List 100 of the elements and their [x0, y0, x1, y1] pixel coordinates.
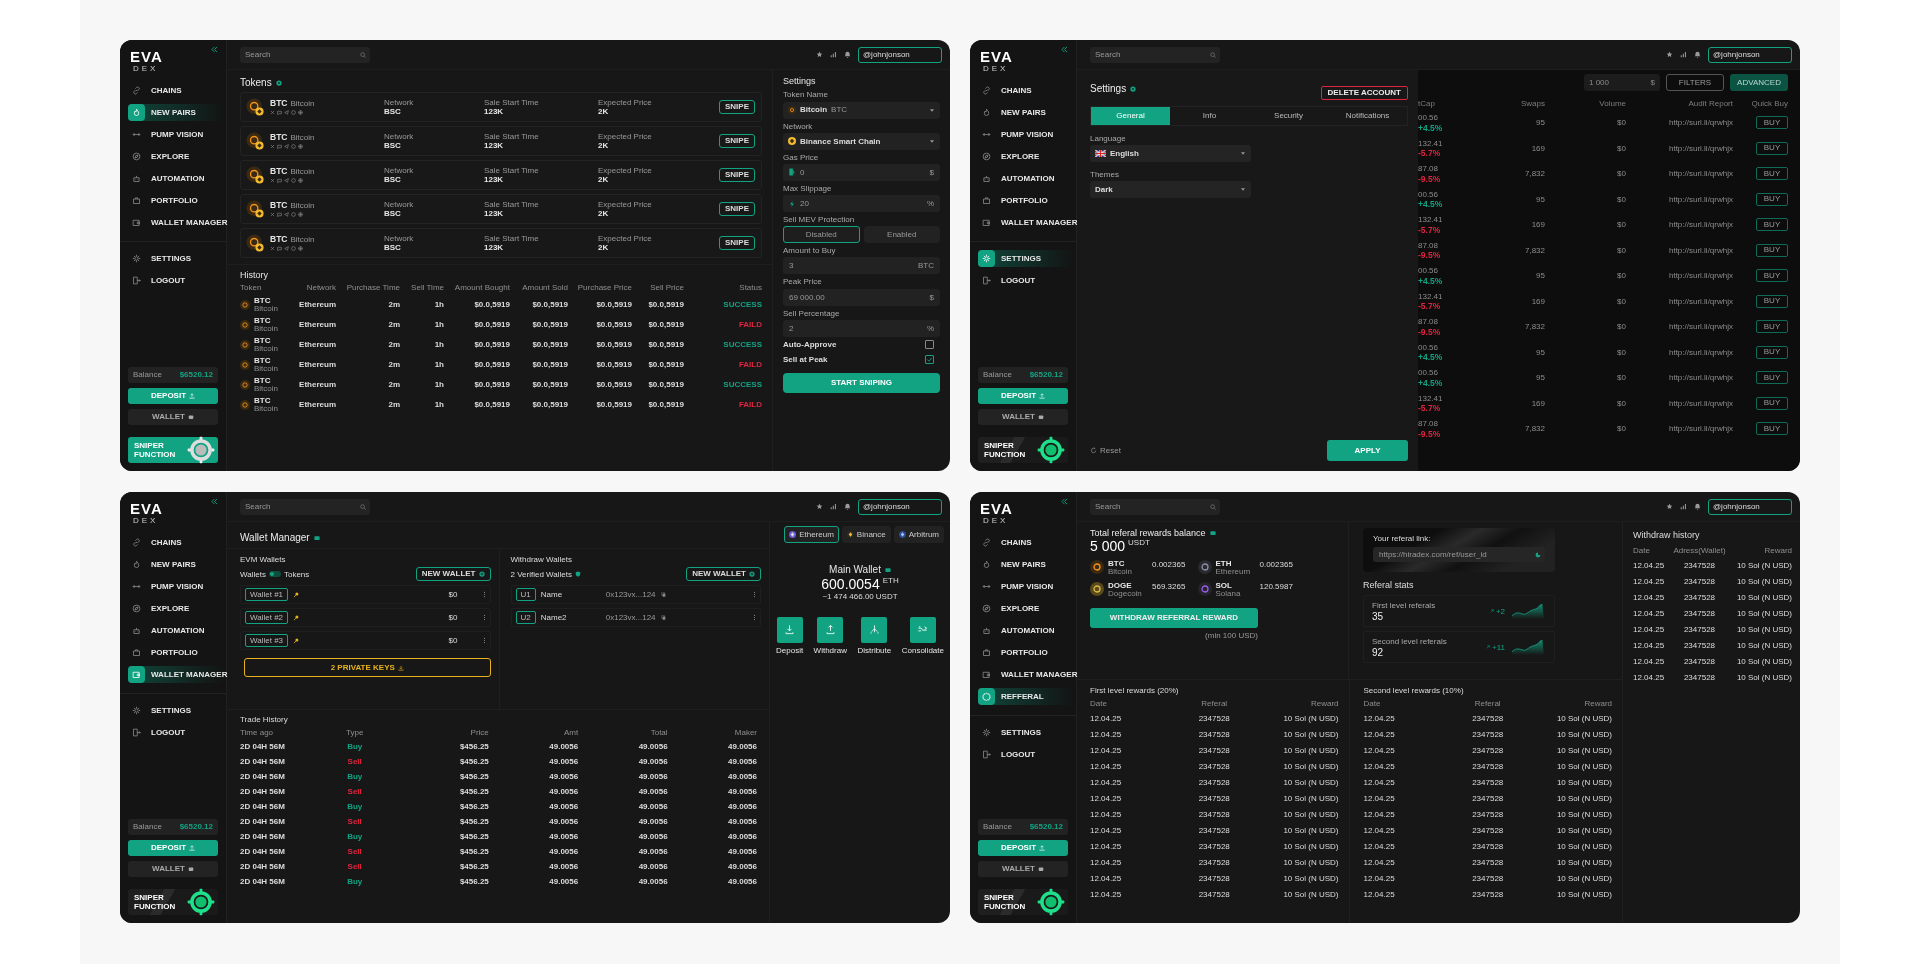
- nav-item[interactable]: LOGOUT: [128, 272, 226, 289]
- globe-icon[interactable]: [298, 212, 303, 218]
- buy-button[interactable]: BUY: [1756, 167, 1788, 181]
- nav-item[interactable]: CHAINS: [978, 534, 1076, 551]
- buy-button[interactable]: BUY: [1756, 396, 1788, 410]
- buy-button[interactable]: BUY: [1756, 243, 1788, 257]
- globe-icon[interactable]: [298, 110, 303, 116]
- globe-icon[interactable]: [298, 246, 303, 252]
- buy-button[interactable]: BUY: [1756, 141, 1788, 155]
- username-field[interactable]: @johnjonson: [1708, 46, 1792, 63]
- link[interactable]: http://surl.li/qrwhjx: [1668, 220, 1733, 230]
- wallet-row[interactable]: Wallet #1 $0: [240, 585, 491, 605]
- nav-item[interactable]: LOGOUT: [978, 746, 1076, 763]
- chat-icon[interactable]: [277, 178, 282, 184]
- buy-button[interactable]: BUY: [1756, 294, 1788, 308]
- nav-item[interactable]: AUTOMATION: [128, 170, 226, 187]
- wallet-button[interactable]: WALLET: [978, 861, 1068, 877]
- wallet-button[interactable]: WALLET: [128, 861, 218, 877]
- tab[interactable]: Notifications: [1328, 107, 1407, 125]
- star-icon[interactable]: [816, 503, 823, 510]
- nav-item[interactable]: WALLET MANAGER: [978, 214, 1076, 231]
- send-icon[interactable]: [284, 110, 289, 116]
- signal-icon[interactable]: [1680, 51, 1687, 58]
- nav-item[interactable]: EXPLORE: [128, 600, 226, 617]
- wallet-row[interactable]: Wallet #3 $0: [240, 631, 491, 651]
- star-icon[interactable]: [816, 51, 823, 58]
- buy-button[interactable]: BUY: [1756, 116, 1788, 130]
- link-field[interactable]: https://hiradex.com/ref/user_id: [1373, 547, 1545, 563]
- key-icon[interactable]: [293, 614, 300, 621]
- bell-icon[interactable]: [1694, 51, 1701, 58]
- link[interactable]: http://surl.li/qrwhjx: [1668, 373, 1733, 383]
- send-icon[interactable]: [284, 246, 289, 252]
- more-icon[interactable]: [482, 637, 486, 645]
- signal-icon[interactable]: [830, 51, 837, 58]
- link[interactable]: http://surl.li/qrwhjx: [1668, 424, 1733, 434]
- link[interactable]: http://surl.li/qrwhjx: [1668, 347, 1733, 358]
- amount-field[interactable]: 1 000 $: [1584, 74, 1660, 91]
- nav-item[interactable]: PORTFOLIO: [128, 644, 226, 661]
- nav-item[interactable]: PUMP VISION: [128, 126, 226, 143]
- reset-button[interactable]: Reset: [1090, 446, 1121, 455]
- new-wallet-button[interactable]: NEW WALLET: [686, 567, 761, 582]
- select-field[interactable]: Dark: [1090, 181, 1251, 199]
- sniper-banner[interactable]: SNIPER FUNCTION: [978, 437, 1068, 463]
- send-icon[interactable]: [284, 178, 289, 184]
- chain-tab[interactable]: Ethereum: [784, 526, 839, 543]
- advanced-button[interactable]: ADVANCED: [1730, 74, 1788, 91]
- checkbox[interactable]: [925, 354, 934, 364]
- key-icon[interactable]: [293, 591, 300, 598]
- collapse-icon[interactable]: [211, 46, 218, 53]
- column-header[interactable]: Quick Buy: [1736, 99, 1788, 111]
- nav-item[interactable]: LOGOUT: [978, 272, 1076, 289]
- toggle-option[interactable]: Enabled: [863, 226, 940, 244]
- star-icon[interactable]: [1666, 503, 1673, 510]
- consolidate-button[interactable]: [909, 616, 936, 643]
- nav-item[interactable]: NEW PAIRS: [128, 556, 226, 573]
- nav-item[interactable]: PUMP VISION: [978, 578, 1076, 595]
- wallet-button[interactable]: WALLET: [978, 409, 1068, 425]
- star-icon[interactable]: [1666, 51, 1673, 58]
- globe-icon[interactable]: [298, 178, 303, 184]
- username-field[interactable]: @johnjonson: [858, 498, 942, 515]
- link[interactable]: http://surl.li/qrwhjx: [1668, 143, 1733, 154]
- link[interactable]: http://surl.li/qrwhjx: [1668, 271, 1733, 281]
- column-header[interactable]: Audit Report: [1629, 99, 1733, 111]
- bell-icon[interactable]: [844, 503, 851, 510]
- tab[interactable]: Info: [1170, 107, 1249, 125]
- chat-icon[interactable]: [277, 110, 282, 116]
- chat-icon[interactable]: [277, 212, 282, 218]
- buy-button[interactable]: BUY: [1756, 422, 1788, 436]
- nav-item[interactable]: CHAINS: [128, 82, 226, 99]
- snipe-button[interactable]: SNIPE: [719, 168, 755, 182]
- buy-button[interactable]: BUY: [1756, 320, 1788, 334]
- link[interactable]: http://surl.li/qrwhjx: [1668, 194, 1733, 205]
- nav-item[interactable]: AUTOMATION: [978, 170, 1076, 187]
- signal-icon[interactable]: [1680, 503, 1687, 510]
- chain-tab[interactable]: Binance: [841, 526, 891, 543]
- nav-item[interactable]: EXPLORE: [128, 148, 226, 165]
- buy-button[interactable]: BUY: [1756, 192, 1788, 206]
- nav-item[interactable]: PORTFOLIO: [978, 644, 1076, 661]
- snipe-button[interactable]: SNIPE: [719, 236, 755, 250]
- link[interactable]: http://surl.li/qrwhjx: [1668, 245, 1733, 256]
- x-icon[interactable]: [270, 246, 275, 252]
- chain-tab[interactable]: Arbitrum: [893, 526, 944, 543]
- nav-item[interactable]: AUTOMATION: [128, 622, 226, 639]
- snipe-button[interactable]: SNIPE: [719, 100, 755, 114]
- nav-item[interactable]: SETTINGS: [128, 250, 226, 267]
- buy-button[interactable]: BUY: [1756, 218, 1788, 232]
- key-icon[interactable]: [293, 637, 300, 644]
- buy-button[interactable]: BUY: [1756, 269, 1788, 283]
- x-icon[interactable]: [270, 178, 275, 184]
- x-icon[interactable]: [270, 144, 275, 150]
- link[interactable]: http://surl.li/qrwhjx: [1668, 118, 1733, 128]
- nav-item[interactable]: WALLET MANAGER: [978, 666, 1076, 683]
- link[interactable]: http://surl.li/qrwhjx: [1668, 322, 1733, 332]
- copy-icon[interactable]: [660, 592, 666, 598]
- select-field[interactable]: Bitcoin BTC: [783, 101, 940, 119]
- nav-item[interactable]: AUTOMATION: [978, 622, 1076, 639]
- send-icon[interactable]: [284, 144, 289, 150]
- search-field[interactable]: Search: [1090, 498, 1220, 515]
- column-header[interactable]: tCap: [1418, 99, 1464, 111]
- nav-item[interactable]: SETTINGS: [128, 702, 226, 719]
